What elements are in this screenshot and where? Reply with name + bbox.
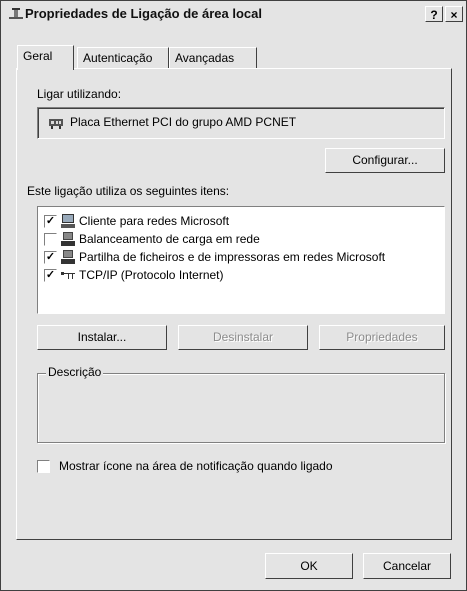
show-icon-label: Mostrar ícone na área de notificação qua… — [59, 459, 333, 473]
install-button[interactable]: Instalar... — [37, 325, 167, 350]
description-group: Descrição — [37, 365, 445, 443]
configure-button[interactable]: Configurar... — [325, 148, 445, 173]
item-checkbox[interactable]: ✓ — [44, 215, 57, 228]
cancel-button[interactable]: Cancelar — [363, 553, 451, 579]
item-checkbox[interactable]: ✓ — [44, 269, 57, 282]
close-button[interactable]: × — [445, 6, 463, 22]
network-client-icon — [61, 214, 75, 228]
tab-authentication[interactable]: Autenticação — [77, 47, 169, 68]
window-title: Propriedades de Ligação de área local — [25, 6, 262, 21]
item-checkbox[interactable] — [44, 233, 57, 246]
help-button[interactable]: ? — [425, 6, 443, 22]
title-bar[interactable]: Propriedades de Ligação de área local ? … — [3, 3, 464, 25]
adapter-field: Placa Ethernet PCI do grupo AMD PCNET — [37, 107, 445, 139]
components-list[interactable]: ✓ Cliente para redes Microsoft Balanceam… — [37, 206, 445, 314]
tab-advanced[interactable]: Avançadas — [169, 47, 257, 68]
uninstall-button[interactable]: Desinstalar — [178, 325, 308, 350]
show-icon-checkbox[interactable] — [37, 460, 50, 473]
item-checkbox[interactable]: ✓ — [44, 251, 57, 264]
ok-button[interactable]: OK — [265, 553, 353, 579]
protocol-icon — [61, 272, 75, 279]
network-service-icon — [61, 232, 75, 246]
network-connection-icon — [9, 8, 23, 19]
items-label: Este ligação utiliza os seguintes itens: — [27, 184, 230, 198]
properties-button[interactable]: Propriedades — [319, 325, 445, 350]
tab-general[interactable]: Geral — [17, 45, 74, 70]
properties-dialog: Propriedades de Ligação de área local ? … — [0, 0, 467, 591]
network-service-icon — [61, 250, 75, 264]
description-label: Descrição — [46, 365, 104, 379]
network-adapter-icon — [49, 119, 63, 129]
adapter-name: Placa Ethernet PCI do grupo AMD PCNET — [70, 115, 297, 129]
connect-using-label: Ligar utilizando: — [37, 87, 122, 101]
